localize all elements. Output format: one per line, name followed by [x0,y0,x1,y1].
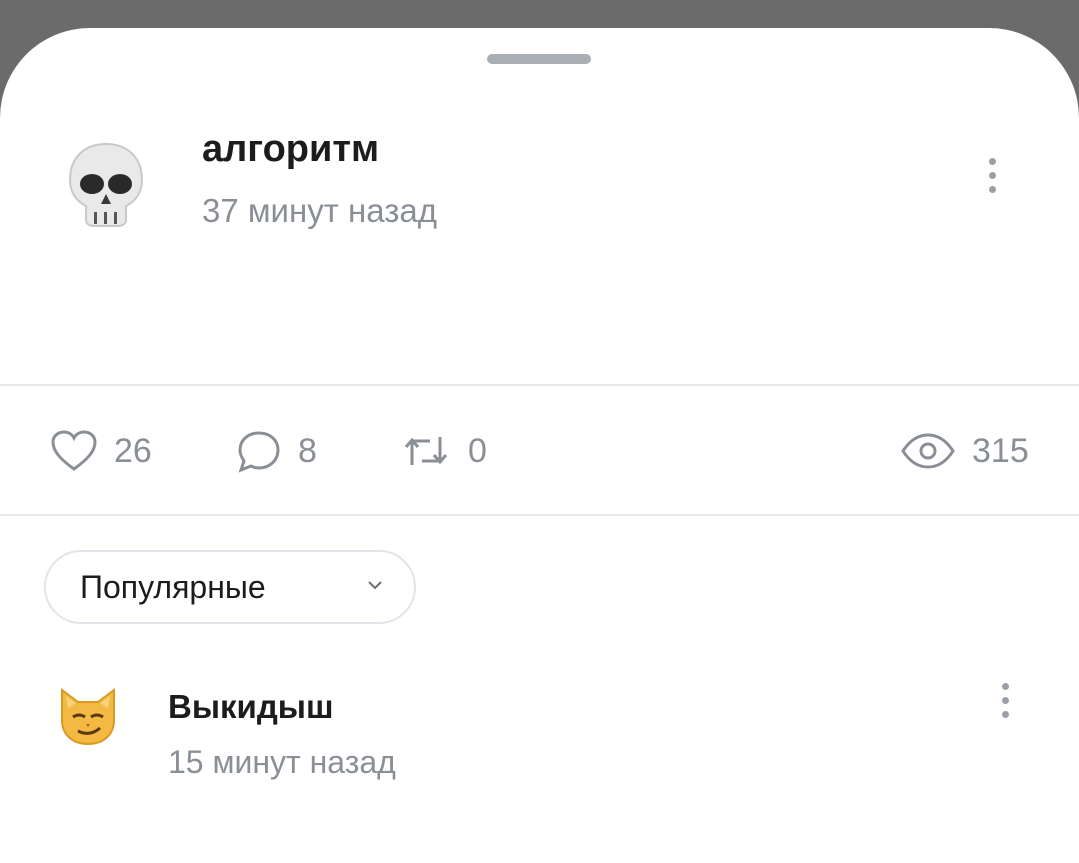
heart-icon [51,430,97,471]
comment-button[interactable]: 8 [236,426,317,476]
repost-count: 0 [468,431,487,470]
comment-timestamp: 15 минут назад [168,744,396,780]
like-count: 26 [114,431,152,470]
sheet-grabber[interactable] [487,54,591,64]
post-more-options-icon[interactable] [972,145,1012,205]
comments-sort-dropdown[interactable]: Популярные [44,550,416,624]
bottom-sheet: алгоритм 37 минут назад 26 8 0 315 Попул… [0,28,1079,863]
repost-icon [404,437,448,465]
like-button[interactable]: 26 [50,426,152,476]
post-author-name[interactable]: алгоритм [202,128,379,171]
comment-text [168,812,1028,858]
skull-icon [68,142,144,227]
cat-face-icon [61,688,115,746]
post-author-avatar[interactable] [66,140,146,230]
repost-button[interactable]: 0 [400,426,487,476]
views-counter: 315 [900,426,1029,476]
eye-icon [901,433,955,469]
comment-bubble-icon [238,431,280,473]
comment-author-name[interactable]: Выкидыш [168,688,333,726]
divider [0,514,1079,516]
views-count: 315 [972,431,1029,470]
post-timestamp: 37 минут назад [202,192,437,229]
post-text [44,296,1034,346]
chevron-down-icon [368,581,382,590]
divider [0,384,1079,386]
comment-author-avatar[interactable] [56,684,120,746]
comment-count: 8 [298,431,317,470]
comment-more-options-icon[interactable] [985,670,1025,730]
sort-label: Популярные [80,569,266,605]
